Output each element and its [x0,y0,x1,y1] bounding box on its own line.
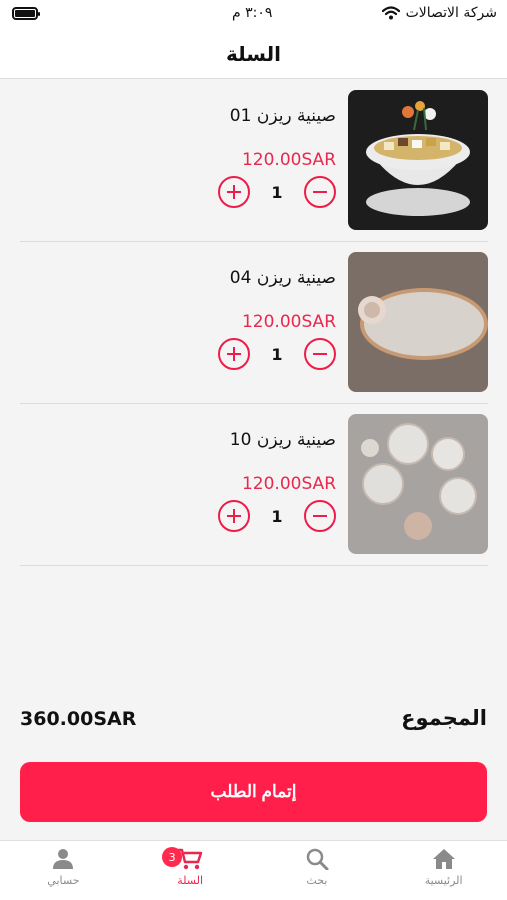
cart-item: صينية ريزن 01 120.00SAR 1 [20,80,488,242]
quantity-stepper: 1 [218,500,336,532]
tab-cart[interactable]: 3 السلة [127,841,254,900]
page-header: السلة [0,30,507,79]
product-name: صينية ريزن 01 [229,106,336,126]
status-bar: ٣:٠٩ م شركة الاتصالات [0,0,507,30]
battery-icon [12,7,40,20]
quantity-value: 1 [271,182,283,202]
product-price: 120.00SAR [241,150,336,170]
tab-account[interactable]: حسابي [0,841,127,900]
product-name: صينية ريزن 10 [229,430,336,450]
tab-search[interactable]: بحث [254,841,381,900]
status-time: ٣:٠٩ م [232,5,273,21]
cart-item: صينية ريزن 10 120.00SAR 1 [20,404,488,566]
decrease-quantity-button[interactable] [304,338,336,370]
total-value: 360.00SAR [20,708,137,730]
home-icon [432,849,455,869]
wifi-icon [381,6,400,20]
cart-item: صينية ريزن 04 120.00SAR 1 [20,242,488,404]
tab-label: بحث [306,874,328,887]
quantity-value: 1 [271,344,283,364]
total-label: المجموع [401,706,487,730]
cart-badge: 3 [162,847,183,867]
product-image[interactable] [348,252,488,392]
user-icon [53,849,74,869]
quantity-stepper: 1 [218,176,336,208]
tab-label: الرئيسية [424,874,463,887]
product-price: 120.00SAR [241,312,336,332]
decrease-quantity-button[interactable] [304,500,336,532]
tab-label: حسابي [47,874,80,887]
status-carrier: شركة الاتصالات [381,5,497,21]
decrease-quantity-button[interactable] [304,176,336,208]
checkout-button[interactable]: إتمام الطلب [20,762,487,822]
bottom-tab-bar: الرئيسية بحث 3 السلة حسابي [0,840,507,900]
tab-home[interactable]: الرئيسية [380,841,507,900]
search-icon [306,848,329,870]
increase-quantity-button[interactable] [218,176,250,208]
quantity-value: 1 [271,506,283,526]
quantity-stepper: 1 [218,338,336,370]
product-image[interactable] [348,90,488,230]
carrier-name: شركة الاتصالات [405,5,497,21]
increase-quantity-button[interactable] [218,338,250,370]
product-price: 120.00SAR [241,474,336,494]
page-title: السلة [225,42,281,66]
product-name: صينية ريزن 04 [229,268,336,288]
increase-quantity-button[interactable] [218,500,250,532]
product-image[interactable] [348,414,488,554]
tab-label: السلة [177,874,204,887]
